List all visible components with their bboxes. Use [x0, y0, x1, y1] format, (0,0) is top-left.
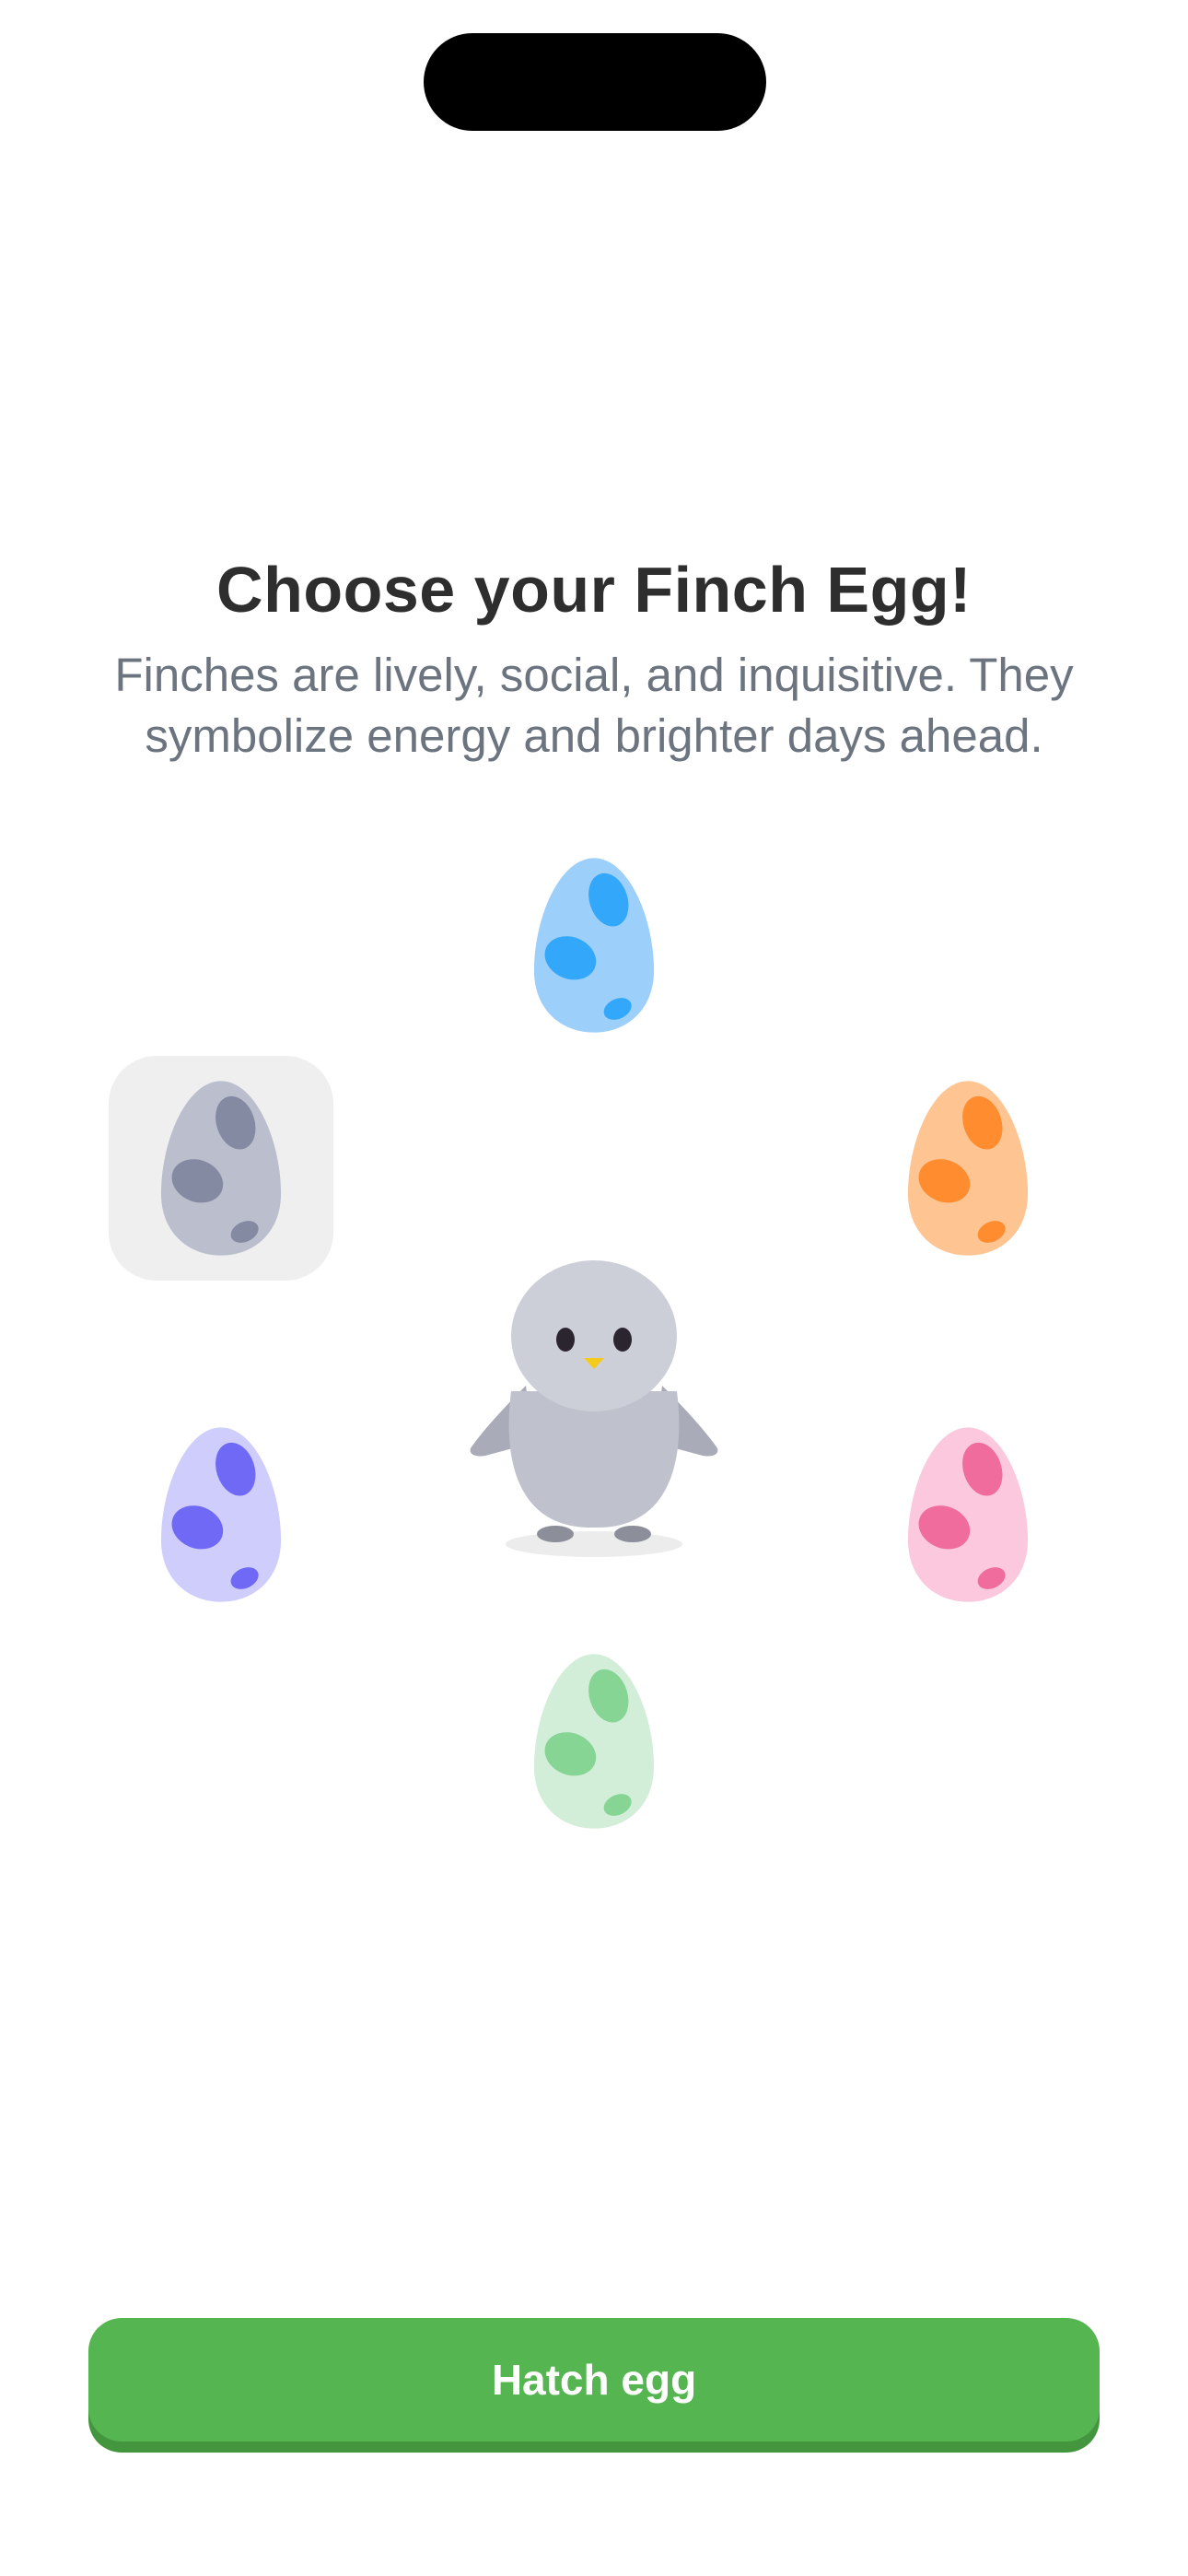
egg-option-green[interactable] [482, 1629, 706, 1854]
finch-bird-icon [470, 1260, 718, 1557]
orange-egg-icon [907, 1081, 1029, 1256]
green-egg-icon [533, 1654, 655, 1829]
hatch-egg-button[interactable]: Hatch egg [88, 2318, 1100, 2441]
dynamic-island [424, 33, 766, 131]
egg-option-purple[interactable] [109, 1402, 333, 1627]
page-title: Choose your Finch Egg! [216, 554, 972, 626]
pink-egg-icon [907, 1427, 1029, 1602]
page-subtitle: Finches are lively, social, and inquisit… [114, 649, 1074, 762]
egg-option-pink[interactable] [856, 1402, 1080, 1627]
gray-egg-icon [160, 1081, 282, 1256]
egg-option-gray[interactable] [109, 1056, 333, 1281]
blue-egg-icon [533, 858, 655, 1033]
egg-option-orange[interactable] [856, 1056, 1080, 1281]
egg-option-blue[interactable] [482, 833, 706, 1058]
purple-egg-icon [160, 1427, 282, 1602]
